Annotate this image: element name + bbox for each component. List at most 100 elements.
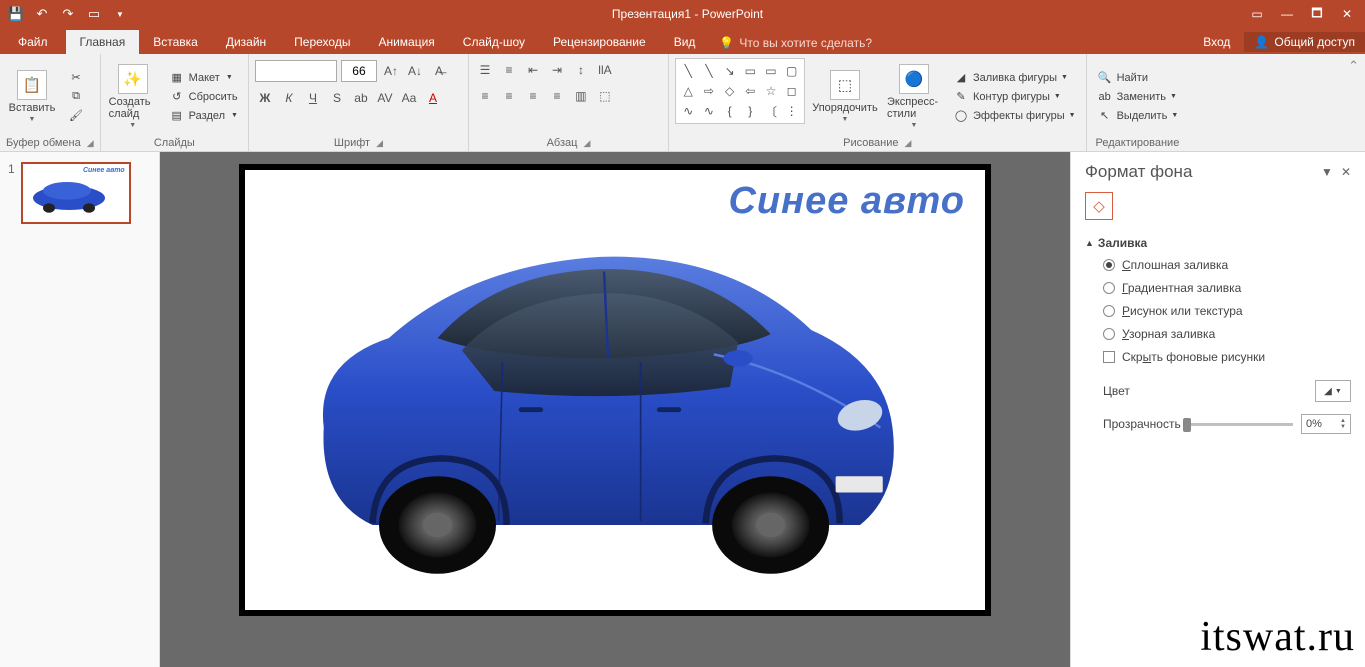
- shape-diamond-icon[interactable]: ◇: [720, 82, 739, 100]
- font-size-input[interactable]: [341, 60, 377, 82]
- undo-icon[interactable]: ↶: [30, 2, 54, 26]
- strikethrough-button[interactable]: S: [327, 88, 347, 108]
- change-case-button[interactable]: Aa: [399, 88, 419, 108]
- paste-button[interactable]: 📋 Вставить ▼: [6, 58, 58, 135]
- font-color-button[interactable]: A: [423, 88, 443, 108]
- section-button[interactable]: ▤Раздел▼: [165, 108, 242, 124]
- shape-fill-button[interactable]: ◢Заливка фигуры▼: [949, 70, 1080, 86]
- shape-brace-icon[interactable]: {: [720, 102, 739, 120]
- bullets-button[interactable]: ☰: [475, 60, 495, 80]
- slideshow-icon[interactable]: ▭: [82, 2, 106, 26]
- transparency-input[interactable]: 0%▲▼: [1301, 414, 1351, 434]
- align-left-button[interactable]: ≡: [475, 86, 495, 106]
- pane-options-icon[interactable]: ▼: [1321, 165, 1333, 179]
- dialog-launcher-icon[interactable]: ◢: [905, 138, 912, 149]
- tab-design[interactable]: Дизайн: [212, 30, 280, 54]
- shape-line-icon[interactable]: ╲: [700, 62, 719, 80]
- slide-thumbnail-1[interactable]: Синее авто: [21, 162, 131, 224]
- slide-canvas[interactable]: Синее авто: [245, 170, 985, 610]
- slide-editor[interactable]: Синее авто: [160, 152, 1070, 667]
- shape-line-icon[interactable]: ╲: [679, 62, 698, 80]
- shape-callout-icon[interactable]: ◻: [782, 82, 801, 100]
- color-picker[interactable]: ◢▼: [1315, 380, 1351, 402]
- shape-more-icon[interactable]: ⋮: [782, 102, 801, 120]
- tell-me-search[interactable]: 💡 Что вы хотите сделать?: [709, 32, 882, 54]
- dialog-launcher-icon[interactable]: ◢: [376, 138, 383, 149]
- save-icon[interactable]: 💾: [4, 2, 28, 26]
- char-spacing-button[interactable]: AV: [375, 88, 395, 108]
- tab-slideshow[interactable]: Слайд-шоу: [449, 30, 539, 54]
- tab-home[interactable]: Главная: [66, 30, 140, 54]
- dialog-launcher-icon[interactable]: ◢: [583, 138, 590, 149]
- shape-curve-icon[interactable]: ∿: [700, 102, 719, 120]
- shape-arrow-icon[interactable]: ↘: [720, 62, 739, 80]
- columns-button[interactable]: ▥: [571, 86, 591, 106]
- shape-rect-icon[interactable]: ▢: [782, 62, 801, 80]
- shape-brace-icon[interactable]: 〔: [762, 102, 781, 120]
- shape-outline-button[interactable]: ✎Контур фигуры▼: [949, 89, 1080, 105]
- font-family-input[interactable]: [255, 60, 337, 82]
- text-direction-button[interactable]: llA: [595, 60, 615, 80]
- transparency-slider[interactable]: [1183, 423, 1293, 426]
- hide-bg-checkbox[interactable]: Скрыть фоновые рисунки: [1103, 350, 1347, 364]
- slider-thumb-icon[interactable]: [1183, 418, 1191, 432]
- pattern-fill-radio[interactable]: Узорная заливка: [1103, 327, 1347, 341]
- shape-arrow-icon[interactable]: ⇨: [700, 82, 719, 100]
- line-spacing-button[interactable]: ↕: [571, 60, 591, 80]
- signin-link[interactable]: Вход: [1189, 30, 1244, 54]
- qat-more-icon[interactable]: ▼: [108, 2, 132, 26]
- tab-transitions[interactable]: Переходы: [280, 30, 364, 54]
- quick-styles-button[interactable]: 🔵 Экспресс-стили ▼: [885, 58, 943, 135]
- select-button[interactable]: ↖Выделить▼: [1093, 108, 1183, 124]
- tab-insert[interactable]: Вставка: [139, 30, 212, 54]
- decrease-font-button[interactable]: A↓: [405, 61, 425, 81]
- share-button[interactable]: 👤 Общий доступ: [1244, 32, 1365, 52]
- tab-file[interactable]: Файл: [0, 30, 66, 54]
- italic-button[interactable]: К: [279, 88, 299, 108]
- copy-button[interactable]: ⧉: [64, 89, 88, 105]
- new-slide-button[interactable]: ✨ Создать слайд ▼: [107, 58, 159, 135]
- gradient-fill-radio[interactable]: Градиентная заливка: [1103, 281, 1347, 295]
- close-icon[interactable]: ✕: [1333, 2, 1361, 26]
- arrange-button[interactable]: ⬚ Упорядочить ▼: [811, 58, 879, 135]
- tab-animation[interactable]: Анимация: [364, 30, 448, 54]
- justify-button[interactable]: ≡: [547, 86, 567, 106]
- decrease-indent-button[interactable]: ⇤: [523, 60, 543, 80]
- shadow-button[interactable]: ab: [351, 88, 371, 108]
- reset-button[interactable]: ↺Сбросить: [165, 89, 242, 105]
- shape-star-icon[interactable]: ☆: [762, 82, 781, 100]
- fill-tab-icon[interactable]: ◇: [1085, 192, 1113, 220]
- format-painter-button[interactable]: 🖌: [64, 108, 88, 124]
- align-right-button[interactable]: ≡: [523, 86, 543, 106]
- ribbon-options-icon[interactable]: ▭: [1243, 2, 1271, 26]
- increase-font-button[interactable]: A↑: [381, 61, 401, 81]
- redo-icon[interactable]: ↷: [56, 2, 80, 26]
- bold-button[interactable]: Ж: [255, 88, 275, 108]
- minimize-icon[interactable]: —: [1273, 2, 1301, 26]
- shape-triangle-icon[interactable]: △: [679, 82, 698, 100]
- picture-fill-radio[interactable]: Рисунок или текстура: [1103, 304, 1347, 318]
- dialog-launcher-icon[interactable]: ◢: [87, 138, 94, 149]
- tab-view[interactable]: Вид: [660, 30, 710, 54]
- solid-fill-radio[interactable]: Сплошная заливка: [1103, 258, 1347, 272]
- tab-review[interactable]: Рецензирование: [539, 30, 660, 54]
- shape-curve-icon[interactable]: ∿: [679, 102, 698, 120]
- clear-format-button[interactable]: A̶: [429, 61, 449, 81]
- increase-indent-button[interactable]: ⇥: [547, 60, 567, 80]
- shape-rect-icon[interactable]: ▭: [741, 62, 760, 80]
- align-center-button[interactable]: ≡: [499, 86, 519, 106]
- replace-button[interactable]: abЗаменить▼: [1093, 89, 1183, 105]
- collapse-ribbon-icon[interactable]: ⌃: [1342, 54, 1365, 151]
- shape-effects-button[interactable]: ◯Эффекты фигуры▼: [949, 108, 1080, 124]
- smartart-button[interactable]: ⬚: [595, 86, 615, 106]
- layout-button[interactable]: ▦Макет▼: [165, 70, 242, 86]
- cut-button[interactable]: ✂: [64, 70, 88, 86]
- car-image[interactable]: [275, 200, 925, 590]
- shape-rect-icon[interactable]: ▭: [762, 62, 781, 80]
- find-button[interactable]: 🔍Найти: [1093, 70, 1183, 86]
- shape-brace-icon[interactable]: }: [741, 102, 760, 120]
- spin-down-icon[interactable]: ▼: [1340, 424, 1346, 430]
- maximize-icon[interactable]: 🗖: [1303, 2, 1331, 26]
- shapes-gallery[interactable]: ╲╲↘▭▭▢ △⇨◇⇦☆◻ ∿∿{}〔⋮: [675, 58, 805, 124]
- pane-close-icon[interactable]: ✕: [1341, 165, 1351, 179]
